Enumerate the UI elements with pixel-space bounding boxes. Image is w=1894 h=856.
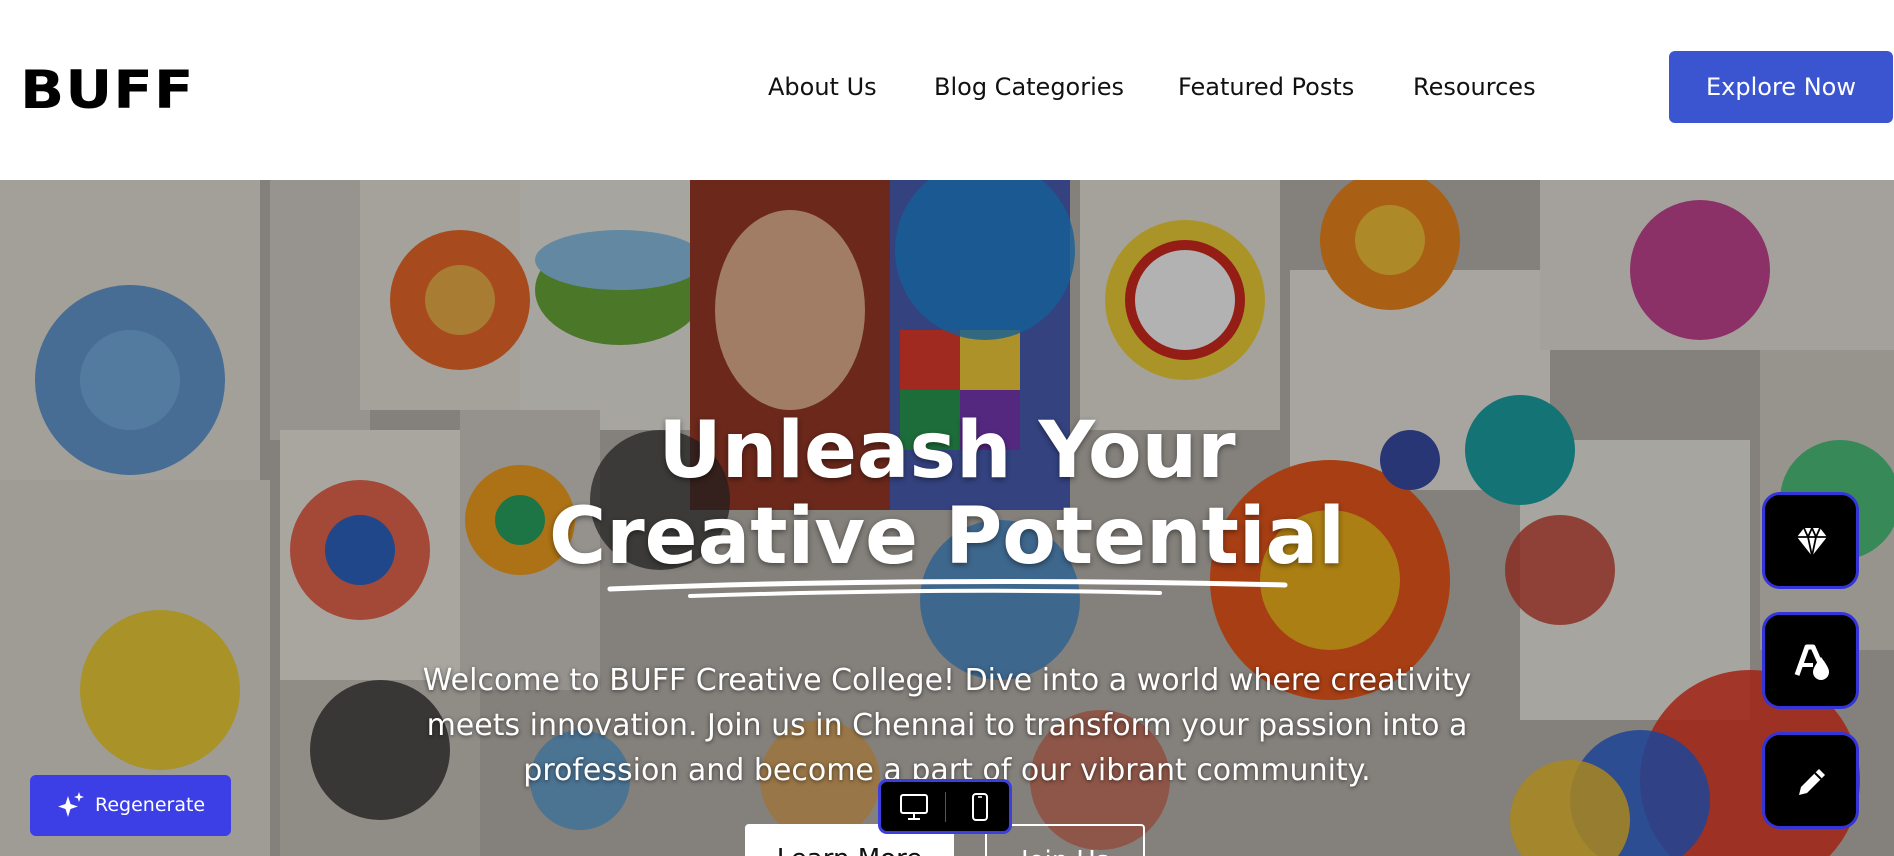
hero-title-line-1: Unleash Your xyxy=(658,406,1236,496)
hero-description: Welcome to BUFF Creative College! Dive i… xyxy=(422,663,1472,788)
hero-section: Unleash Your Creative Potential Welcome … xyxy=(0,180,1894,856)
hero-title-line-2: Creative Potential xyxy=(548,492,1346,582)
premium-tool-button[interactable] xyxy=(1762,492,1859,589)
sparkle-icon xyxy=(58,792,84,817)
main-nav: About Us Blog Categories Featured Posts … xyxy=(0,70,1894,104)
regenerate-button[interactable]: Regenerate xyxy=(30,775,231,836)
site-header: BUFF About Us Blog Categories Featured P… xyxy=(0,0,1894,180)
style-tool-button[interactable] xyxy=(1762,612,1859,709)
nav-item-featured-posts[interactable]: Featured Posts xyxy=(1178,70,1354,104)
regenerate-label: Regenerate xyxy=(95,794,206,816)
edit-tool-button[interactable] xyxy=(1762,732,1859,829)
shapes-icon xyxy=(1794,644,1829,680)
underline-scribble xyxy=(607,579,1288,598)
nav-item-about-us[interactable]: About Us xyxy=(768,70,877,104)
explore-now-button[interactable]: Explore Now xyxy=(1669,51,1893,123)
mobile-icon[interactable] xyxy=(965,792,995,822)
diamond-icon xyxy=(1797,525,1827,557)
pencil-icon xyxy=(1799,769,1825,795)
device-preview-toggle xyxy=(878,779,1012,834)
nav-item-resources[interactable]: Resources xyxy=(1413,70,1536,104)
nav-item-blog-categories[interactable]: Blog Categories xyxy=(934,70,1124,104)
toggle-divider xyxy=(945,792,946,822)
desktop-icon[interactable] xyxy=(899,792,929,822)
